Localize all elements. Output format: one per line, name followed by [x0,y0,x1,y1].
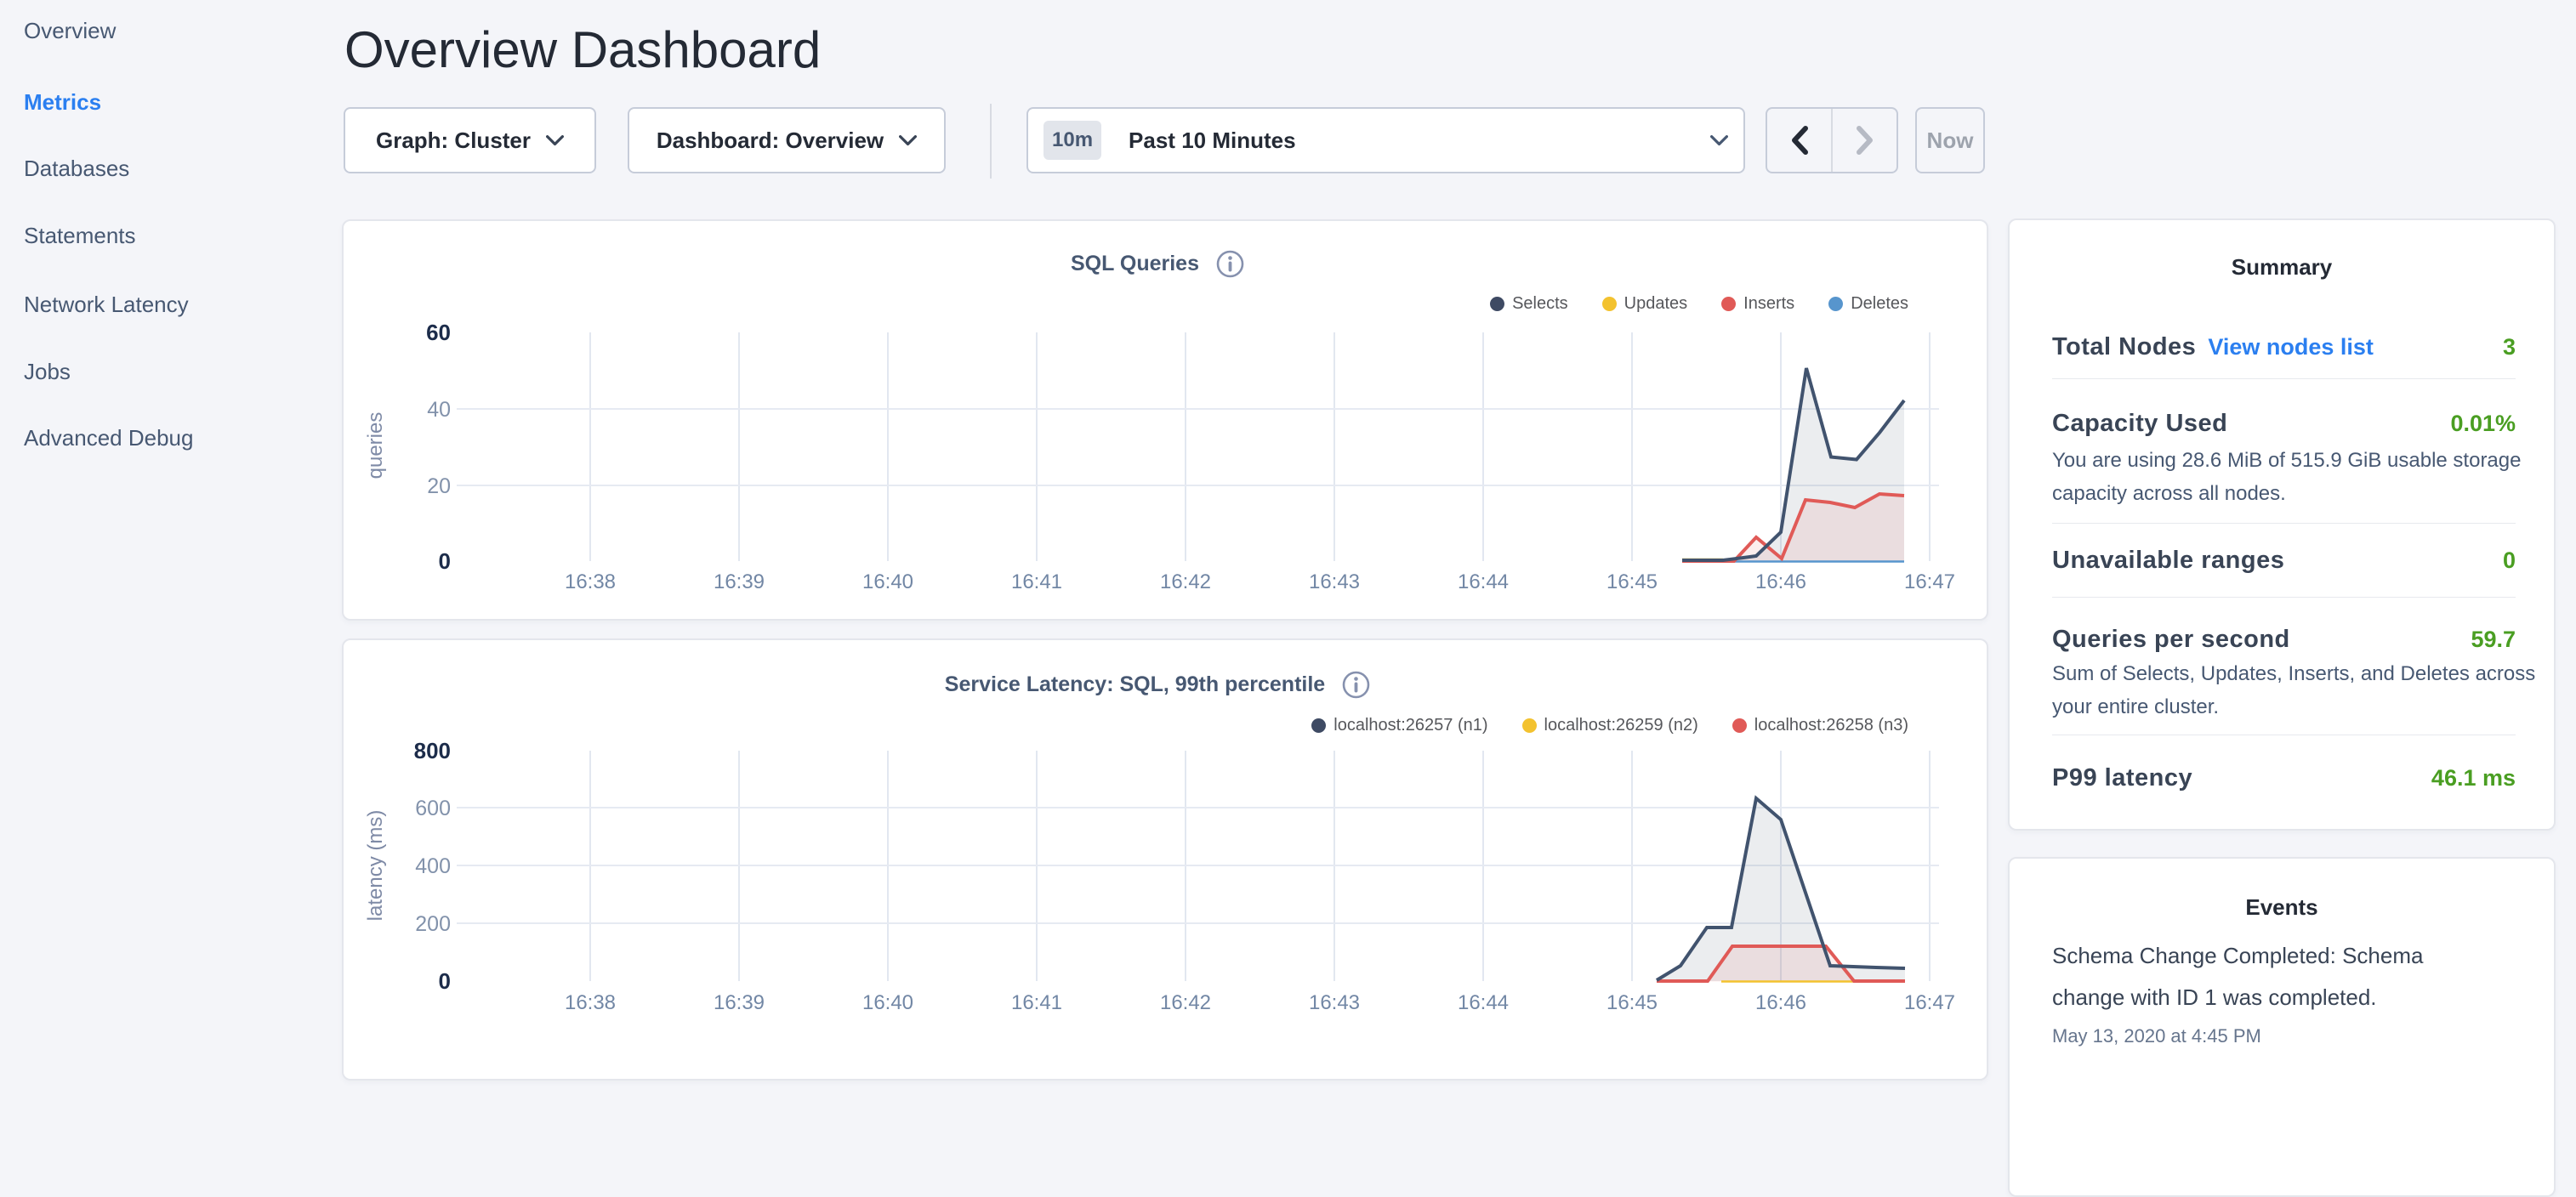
svg-text:queries: queries [364,412,387,479]
svg-text:16:43: 16:43 [1309,570,1360,593]
svg-text:16:42: 16:42 [1160,991,1211,1014]
svg-text:600: 600 [415,797,451,820]
svg-text:16:45: 16:45 [1606,991,1658,1014]
svg-text:60: 60 [426,320,451,345]
svg-text:20: 20 [427,474,451,498]
svg-text:16:42: 16:42 [1160,570,1211,593]
svg-text:16:43: 16:43 [1309,991,1360,1014]
svg-text:16:44: 16:44 [1458,991,1509,1014]
svg-text:16:46: 16:46 [1755,570,1806,593]
svg-text:16:45: 16:45 [1606,570,1658,593]
svg-text:0: 0 [439,548,451,574]
svg-text:16:47: 16:47 [1904,991,1955,1014]
svg-text:16:41: 16:41 [1011,991,1062,1014]
svg-text:400: 400 [415,854,451,878]
svg-text:16:41: 16:41 [1011,570,1062,593]
svg-text:16:40: 16:40 [862,570,913,593]
svg-text:16:46: 16:46 [1755,991,1806,1014]
svg-text:16:38: 16:38 [565,991,616,1014]
svg-text:16:44: 16:44 [1458,570,1509,593]
svg-text:16:40: 16:40 [862,991,913,1014]
svg-text:40: 40 [427,398,451,422]
svg-text:16:47: 16:47 [1904,570,1955,593]
svg-text:200: 200 [415,912,451,936]
svg-text:latency (ms): latency (ms) [364,810,387,922]
svg-text:16:39: 16:39 [714,570,765,593]
svg-text:800: 800 [414,738,451,763]
svg-text:0: 0 [439,968,451,994]
svg-text:16:38: 16:38 [565,570,616,593]
svg-text:16:39: 16:39 [714,991,765,1014]
